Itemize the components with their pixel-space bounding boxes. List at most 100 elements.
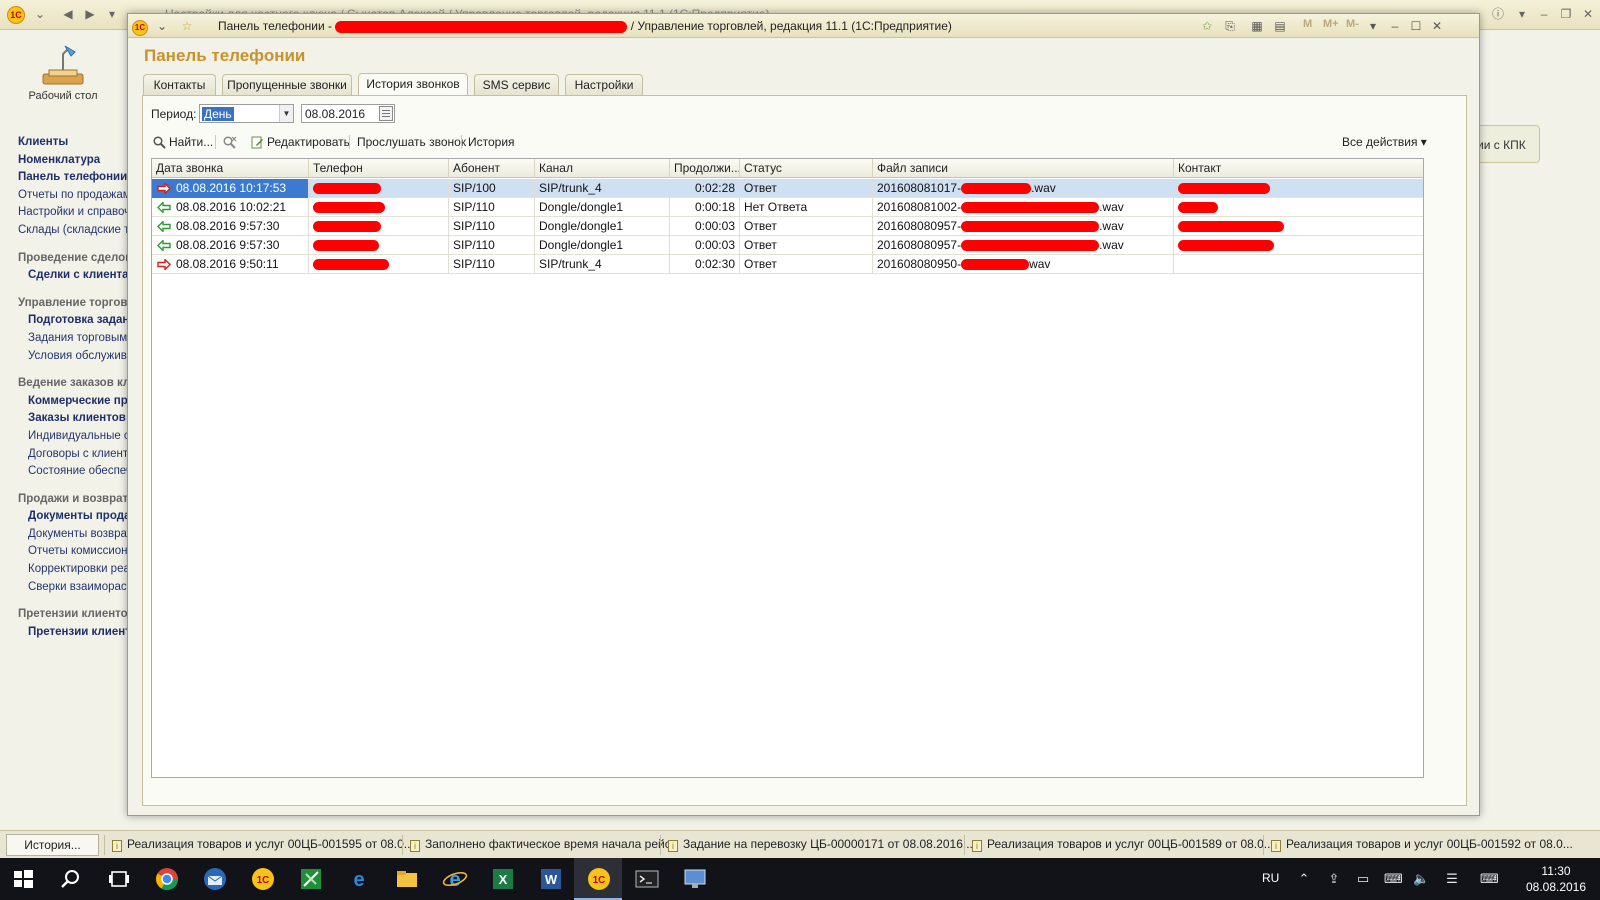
chevron-down-icon[interactable]: ▾ bbox=[1364, 17, 1382, 35]
history-dropdown-icon[interactable]: ▾ bbox=[102, 5, 122, 23]
nav-item[interactable]: Заказы клиентов bbox=[18, 410, 128, 428]
listen-call-button[interactable]: Прослушать звонок bbox=[357, 133, 466, 151]
nav-item[interactable]: Номенклатура bbox=[18, 152, 128, 170]
message-item[interactable]: i Заполнено фактическое время начала рейс… bbox=[410, 837, 677, 852]
app-logo-icon[interactable]: 1С bbox=[6, 5, 26, 24]
nav-item[interactable]: Состояние обеспечения bbox=[18, 463, 128, 481]
table-row[interactable]: 08.08.2016 9:57:30 SIP/110 Dongle/dongle1 0… bbox=[152, 217, 1423, 236]
nav-item[interactable]: Документы возврата bbox=[18, 526, 128, 544]
cell-date[interactable]: 08.08.2016 10:02:21 bbox=[152, 198, 309, 217]
cell-duration[interactable]: 0:02:30 bbox=[670, 255, 740, 274]
cell-duration[interactable]: 0:00:18 bbox=[670, 198, 740, 217]
cell-contact[interactable] bbox=[1174, 236, 1423, 255]
history-button[interactable]: История... bbox=[6, 834, 99, 856]
notifications-icon[interactable]: ☰ bbox=[1444, 871, 1460, 887]
nav-item[interactable]: Документы продажи bbox=[18, 508, 128, 526]
cell-subscriber[interactable]: SIP/110 bbox=[449, 255, 535, 274]
cell-record-file[interactable]: 201608081002- .wav bbox=[873, 198, 1174, 217]
cell-date[interactable]: 08.08.2016 9:57:30 bbox=[152, 217, 309, 236]
column-header-contact[interactable]: Контакт bbox=[1174, 159, 1423, 178]
cell-channel[interactable]: Dongle/dongle1 bbox=[535, 217, 670, 236]
cell-phone[interactable] bbox=[309, 236, 449, 255]
column-header-phone[interactable]: Телефон bbox=[309, 159, 449, 178]
tab-settings[interactable]: Настройки bbox=[565, 74, 643, 96]
column-header-duration[interactable]: Продолжи... bbox=[670, 159, 740, 178]
column-header-channel[interactable]: Канал bbox=[535, 159, 670, 178]
tab-call-history[interactable]: История звонков bbox=[358, 73, 468, 97]
cell-phone[interactable] bbox=[309, 255, 449, 274]
maximize-icon[interactable]: ☐ bbox=[1407, 17, 1425, 35]
tab-contacts[interactable]: Контакты bbox=[143, 74, 216, 96]
1c-app-icon[interactable]: 1С bbox=[586, 866, 612, 892]
nav-item[interactable]: Индивидуальные соглашения bbox=[18, 428, 128, 446]
cell-date[interactable]: 08.08.2016 9:50:11 bbox=[152, 255, 309, 274]
close-icon[interactable]: ✕ bbox=[1428, 17, 1446, 35]
memory-button[interactable]: M bbox=[1303, 18, 1312, 30]
task-view-icon[interactable] bbox=[106, 866, 132, 892]
chevron-up-icon[interactable]: ⌃ bbox=[1296, 871, 1312, 887]
nav-item[interactable]: Условия обслуживания bbox=[18, 348, 128, 366]
nav-item[interactable]: Отчеты комиссионеров bbox=[18, 543, 128, 561]
restore-icon[interactable]: ❐ bbox=[1556, 5, 1576, 23]
remote-desktop-icon[interactable] bbox=[682, 866, 708, 892]
search-icon[interactable] bbox=[58, 866, 84, 892]
cell-contact[interactable] bbox=[1174, 198, 1423, 217]
cell-channel[interactable]: Dongle/dongle1 bbox=[535, 198, 670, 217]
nav-item[interactable]: Сделки с клиентами bbox=[18, 267, 128, 285]
cell-channel[interactable]: SIP/trunk_4 bbox=[535, 179, 670, 198]
chevron-down-icon[interactable]: ▾ bbox=[1512, 5, 1532, 23]
cell-channel[interactable]: SIP/trunk_4 bbox=[535, 255, 670, 274]
cell-date[interactable]: 08.08.2016 10:17:53 bbox=[152, 179, 309, 198]
cell-status[interactable]: Ответ bbox=[740, 179, 873, 198]
nav-item[interactable]: Договоры с клиентами bbox=[18, 446, 128, 464]
cell-subscriber[interactable]: SIP/110 bbox=[449, 236, 535, 255]
spreadsheet-app-icon[interactable] bbox=[298, 866, 324, 892]
nav-item[interactable]: Клиенты bbox=[18, 134, 128, 152]
network-share-icon[interactable]: ⇪ bbox=[1326, 871, 1342, 887]
back-arrow-icon[interactable]: ◀ bbox=[58, 5, 78, 23]
add-favorite-icon[interactable]: ✩ bbox=[1198, 17, 1216, 35]
desktop-section[interactable]: Рабочий стол bbox=[18, 44, 108, 103]
tab-missed-calls[interactable]: Пропущенные звонки bbox=[222, 74, 352, 96]
link-icon[interactable]: ⎘ bbox=[1221, 17, 1239, 35]
table-row[interactable]: 08.08.2016 9:50:11 SIP/110 SIP/trunk_4 0:02… bbox=[152, 255, 1423, 274]
history-button[interactable]: История bbox=[468, 133, 515, 151]
message-item[interactable]: i Реализация товаров и услуг 00ЦБ-001595 … bbox=[112, 837, 414, 852]
cell-channel[interactable]: Dongle/dongle1 bbox=[535, 236, 670, 255]
nav-item[interactable]: Коммерческие предложения bbox=[18, 393, 128, 411]
table-row[interactable]: 08.08.2016 10:17:53 SIP/100 SIP/trunk_4 0:0… bbox=[152, 179, 1423, 198]
close-icon[interactable]: ✕ bbox=[1578, 5, 1598, 23]
table-row[interactable]: 08.08.2016 9:57:30 SIP/110 Dongle/dongle1 0… bbox=[152, 236, 1423, 255]
column-header-date[interactable]: Дата звонка bbox=[152, 159, 309, 178]
battery-icon[interactable]: ▭ bbox=[1355, 871, 1371, 887]
network-icon[interactable]: ⌨ bbox=[1384, 871, 1403, 887]
edit-button[interactable]: Редактировать bbox=[251, 133, 350, 151]
cell-record-file[interactable]: 201608081017- .wav bbox=[873, 179, 1174, 198]
thunderbird-icon[interactable] bbox=[202, 866, 228, 892]
cell-duration[interactable]: 0:00:03 bbox=[670, 217, 740, 236]
message-item[interactable]: i Реализация товаров и услуг 00ЦБ-001589 … bbox=[972, 837, 1274, 852]
memory-plus-button[interactable]: M+ bbox=[1323, 18, 1339, 30]
minimize-icon[interactable]: – bbox=[1534, 5, 1554, 23]
app-logo-icon[interactable]: 1С bbox=[131, 17, 149, 36]
nav-item[interactable]: Настройки и справочники bbox=[18, 204, 128, 222]
cell-record-file[interactable]: 201608080950- wav bbox=[873, 255, 1174, 274]
excel-icon[interactable]: X bbox=[490, 866, 516, 892]
tab-sms-service[interactable]: SMS сервис bbox=[474, 74, 559, 96]
window-menu-icon[interactable]: ⌄ bbox=[153, 17, 171, 35]
calendar-icon[interactable]: ▤ bbox=[1271, 17, 1289, 35]
volume-icon[interactable]: 🔈 bbox=[1413, 871, 1429, 887]
minimize-icon[interactable]: – bbox=[1386, 17, 1404, 35]
cell-phone[interactable] bbox=[309, 198, 449, 217]
nav-item[interactable]: Склады (складские территории) bbox=[18, 222, 128, 240]
nav-item[interactable]: Панель телефонии bbox=[18, 169, 128, 187]
cell-status[interactable]: Нет Ответа bbox=[740, 198, 873, 217]
cell-phone[interactable] bbox=[309, 179, 449, 198]
keyboard-icon[interactable]: ⌨ bbox=[1480, 871, 1499, 887]
info-icon[interactable]: ⓘ bbox=[1488, 5, 1508, 23]
main-menu-icon[interactable]: ⌄ bbox=[30, 5, 50, 23]
chrome-icon[interactable] bbox=[154, 866, 180, 892]
cell-phone[interactable] bbox=[309, 217, 449, 236]
word-icon[interactable]: W bbox=[538, 866, 564, 892]
clear-search-button[interactable] bbox=[223, 133, 240, 151]
